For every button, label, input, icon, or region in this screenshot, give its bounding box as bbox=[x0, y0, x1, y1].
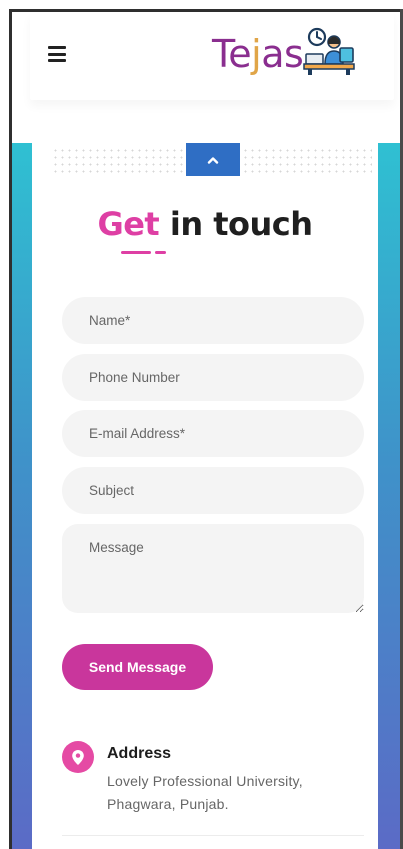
name-field[interactable] bbox=[62, 297, 364, 344]
site-logo[interactable]: Tejas bbox=[212, 27, 356, 81]
dot-pattern-right bbox=[242, 147, 372, 175]
person-at-desk-icon bbox=[303, 27, 356, 75]
divider bbox=[62, 835, 364, 836]
message-field[interactable] bbox=[62, 524, 364, 613]
subject-field[interactable] bbox=[62, 467, 364, 514]
gradient-strip-right bbox=[378, 143, 400, 849]
address-title: Address bbox=[107, 745, 172, 762]
chevron-up-icon bbox=[207, 156, 219, 164]
contact-card: Get in touch Send Message Address Lovely… bbox=[32, 143, 378, 849]
address-line-1: Lovely Professional University, bbox=[107, 773, 303, 789]
scroll-top-button[interactable] bbox=[186, 143, 240, 176]
section-title: Get in touch bbox=[97, 205, 313, 243]
email-field[interactable] bbox=[62, 410, 364, 457]
gradient-strip-left bbox=[12, 143, 32, 849]
address-line-2: Phagwara, Punjab. bbox=[107, 796, 229, 812]
location-pin-icon bbox=[72, 749, 84, 765]
browser-frame: Tejas Get in touch Name* Phone Number E-… bbox=[0, 0, 403, 849]
title-underline bbox=[121, 251, 151, 254]
hamburger-menu-icon[interactable] bbox=[48, 46, 66, 62]
phone-field[interactable] bbox=[62, 354, 364, 401]
address-icon-badge bbox=[62, 741, 94, 773]
title-underline-dot bbox=[155, 251, 166, 254]
logo-text: Tejas bbox=[212, 32, 304, 76]
dot-pattern-left bbox=[52, 147, 184, 175]
send-message-button[interactable]: Send Message bbox=[62, 644, 213, 690]
